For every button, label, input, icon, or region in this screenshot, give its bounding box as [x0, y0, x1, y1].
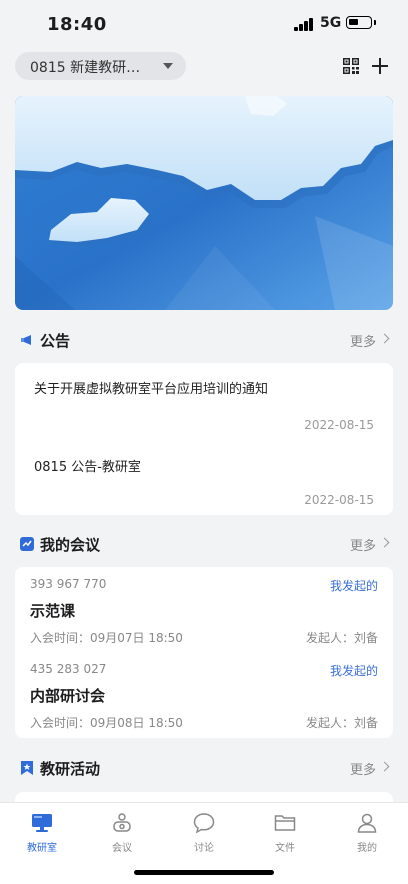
- announcement-title: 关于开展虚拟教研室平台应用培训的通知: [34, 382, 269, 397]
- meeting-time: 入会时间：09月08日 18:50: [30, 716, 183, 730]
- meeting-host: 发起人：刘备: [305, 631, 378, 645]
- banner[interactable]: [15, 96, 393, 310]
- caret-down-icon: [163, 63, 173, 69]
- activities-title: 教研活动: [40, 760, 101, 778]
- plus-icon[interactable]: [370, 56, 390, 76]
- announcements-more-link[interactable]: 更多: [350, 331, 376, 350]
- qr-code-icon[interactable]: [343, 58, 359, 74]
- chevron-right-icon[interactable]: [379, 333, 390, 344]
- tab-files[interactable]: 文件: [255, 811, 315, 859]
- banner-image: [15, 96, 393, 310]
- tab-discussion[interactable]: 讨论: [174, 811, 234, 859]
- tab-teaching-room[interactable]: 教研室: [12, 811, 72, 859]
- meeting-title: 内部研讨会: [30, 687, 106, 705]
- meeting-id: 435 283 027: [30, 662, 107, 676]
- battery-tip: [374, 20, 376, 25]
- room-selector-label: 0815 新建教研…: [30, 60, 141, 76]
- announcement-title: 0815 公告-教研室: [34, 460, 141, 475]
- tab-label: 讨论: [194, 843, 214, 854]
- status-bar: 18:40 5G: [0, 0, 408, 48]
- meetings-header: 我的会议 更多: [15, 532, 393, 556]
- announcement-date: 2022-08-15: [304, 418, 374, 432]
- tab-mine[interactable]: 我的: [337, 811, 397, 859]
- tab-label: 文件: [275, 843, 295, 854]
- chat-bubble-icon: [193, 813, 215, 834]
- meetings-title: 我的会议: [40, 536, 101, 554]
- room-selector[interactable]: 0815 新建教研…: [15, 52, 186, 80]
- meetings-card: 393 967 770 我发起的 示范课 入会时间：09月07日 18:50 发…: [15, 567, 393, 738]
- status-time: 18:40: [47, 14, 107, 35]
- chart-icon: [20, 537, 34, 551]
- network-type: 5G: [320, 15, 342, 31]
- folder-icon: [274, 815, 296, 831]
- meeting-host: 发起人：刘备: [305, 716, 378, 730]
- signal-icon: [294, 18, 314, 31]
- tab-label: 会议: [112, 843, 132, 854]
- announcements-header: 公告 更多: [15, 328, 393, 352]
- announcement-date: 2022-08-15: [304, 493, 374, 507]
- chevron-right-icon[interactable]: [379, 761, 390, 772]
- announcements-title: 公告: [40, 332, 71, 350]
- home-indicator: [134, 870, 274, 875]
- battery-icon: [346, 16, 372, 29]
- chevron-right-icon[interactable]: [379, 537, 390, 548]
- top-header: 0815 新建教研…: [0, 48, 408, 88]
- meeting-time: 入会时间：09月07日 18:50: [30, 631, 183, 645]
- activities-more-link[interactable]: 更多: [350, 759, 376, 778]
- announcements-card: 关于开展虚拟教研室平台应用培训的通知 2022-08-15 0815 公告-教研…: [15, 363, 393, 515]
- meeting-icon: [113, 813, 131, 832]
- tab-label: 教研室: [27, 843, 57, 854]
- megaphone-icon: [21, 335, 31, 345]
- meeting-id: 393 967 770: [30, 577, 107, 591]
- meeting-title: 示范课: [30, 602, 76, 620]
- meetings-more-link[interactable]: 更多: [350, 535, 376, 554]
- monitor-icon: [32, 814, 52, 832]
- tab-meetings[interactable]: 会议: [92, 811, 152, 859]
- user-icon: [357, 813, 377, 833]
- tab-label: 我的: [357, 843, 377, 854]
- meeting-tag: 我发起的: [329, 579, 378, 593]
- activities-header: 教研活动 更多: [15, 756, 393, 780]
- meeting-tag: 我发起的: [329, 664, 378, 678]
- star-badge-icon: [21, 761, 33, 775]
